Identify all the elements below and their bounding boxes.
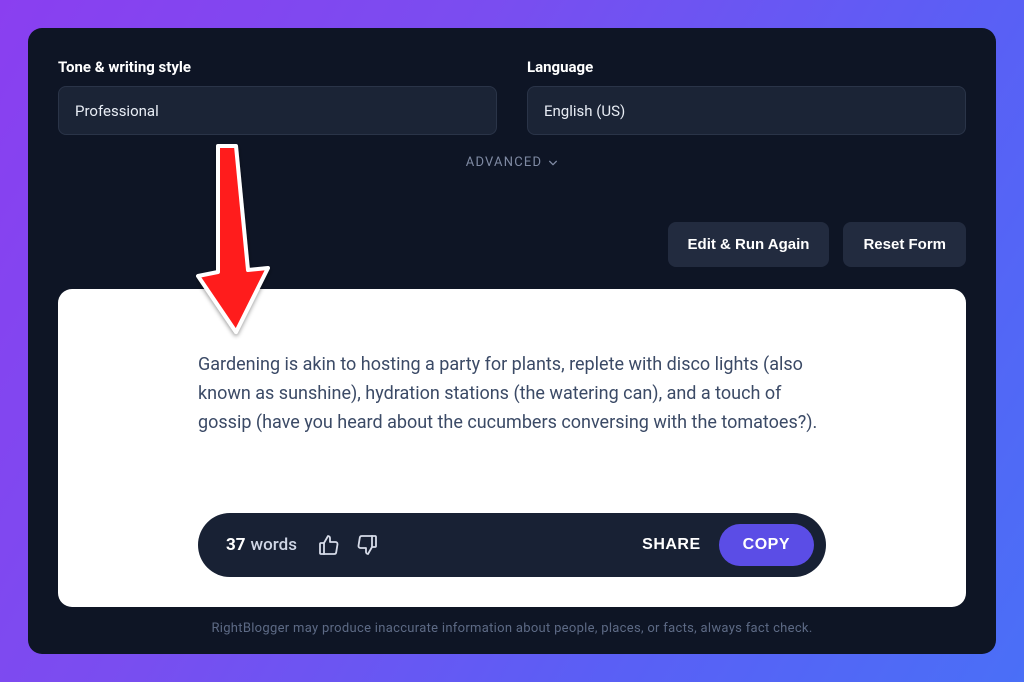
thumbs-down-icon[interactable] bbox=[355, 533, 379, 557]
tone-input[interactable]: Professional bbox=[58, 86, 497, 135]
fields-row: Tone & writing style Professional Langua… bbox=[58, 58, 966, 135]
word-count: 37 words bbox=[226, 535, 297, 555]
disclaimer-text: RightBlogger may produce inaccurate info… bbox=[58, 621, 966, 636]
advanced-toggle[interactable]: ADVANCED bbox=[58, 155, 966, 170]
share-button[interactable]: SHARE bbox=[624, 526, 719, 564]
advanced-label: ADVANCED bbox=[466, 155, 542, 170]
language-value: English (US) bbox=[544, 102, 625, 120]
result-text: Gardening is akin to hosting a party for… bbox=[198, 351, 826, 437]
action-row: Edit & Run Again Reset Form bbox=[58, 222, 966, 267]
chevron-down-icon bbox=[548, 158, 558, 168]
tone-value: Professional bbox=[75, 102, 159, 120]
language-label: Language bbox=[527, 58, 966, 76]
tone-label: Tone & writing style bbox=[58, 58, 497, 76]
language-field-group: Language English (US) bbox=[527, 58, 966, 135]
language-input[interactable]: English (US) bbox=[527, 86, 966, 135]
word-count-label: words bbox=[251, 535, 297, 555]
result-card: Gardening is akin to hosting a party for… bbox=[58, 289, 966, 607]
feedback-buttons bbox=[317, 533, 379, 557]
edit-run-again-button[interactable]: Edit & Run Again bbox=[668, 222, 830, 267]
settings-panel: Tone & writing style Professional Langua… bbox=[28, 28, 996, 654]
word-count-number: 37 bbox=[226, 535, 246, 555]
copy-button[interactable]: COPY bbox=[719, 524, 814, 566]
reset-form-button[interactable]: Reset Form bbox=[843, 222, 966, 267]
result-toolbar: 37 words SHARE COPY bbox=[198, 513, 826, 577]
tone-field-group: Tone & writing style Professional bbox=[58, 58, 497, 135]
thumbs-up-icon[interactable] bbox=[317, 533, 341, 557]
